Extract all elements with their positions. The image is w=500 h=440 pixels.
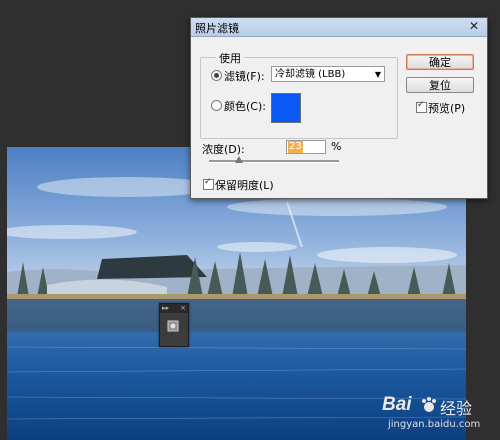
density-value: 23 <box>288 141 303 153</box>
watermark-brand: Bai <box>382 394 412 415</box>
dialog-title-bar[interactable]: 照片滤镜 ✕ <box>191 18 487 37</box>
preserve-luminosity-checkbox[interactable] <box>203 177 214 190</box>
panel-close-icon[interactable]: × <box>180 304 186 313</box>
paw-icon <box>422 397 436 412</box>
mini-panel-header: ▸▸ × <box>160 304 188 313</box>
density-label: 浓度(D): <box>202 143 245 156</box>
color-swatch[interactable] <box>271 93 301 123</box>
color-radio[interactable] <box>211 100 222 111</box>
preview-checkbox[interactable] <box>416 100 427 113</box>
filter-select[interactable]: 冷却滤镜 (LBB) ▼ <box>271 66 385 82</box>
ok-button[interactable]: 确定 <box>406 54 474 70</box>
baidu-watermark: Bai 经验 jingyan.baidu.com <box>360 392 490 438</box>
collapse-icon[interactable]: ▸▸ <box>162 304 169 313</box>
preserve-luminosity-label: 保留明度(L) <box>215 179 274 192</box>
watermark-site: jingyan.baidu.com <box>388 419 481 430</box>
preview-label: 预览(P) <box>428 102 466 115</box>
dialog-title: 照片滤镜 <box>195 22 239 35</box>
reset-button[interactable]: 复位 <box>406 77 474 93</box>
chevron-down-icon: ▼ <box>374 70 381 79</box>
photo-filter-dialog: 照片滤镜 ✕ 使用 滤镜(F): 冷却滤镜 (LBB) ▼ 颜色(C): 确定 … <box>190 17 488 199</box>
watermark-brand-2: 经验 <box>440 399 473 418</box>
adjustment-icon[interactable] <box>166 319 180 333</box>
use-group-label: 使用 <box>216 50 244 66</box>
filter-select-value: 冷却滤镜 (LBB) <box>275 69 346 80</box>
color-label: 颜色(C): <box>224 100 266 113</box>
close-icon[interactable]: ✕ <box>469 19 479 33</box>
adjustments-mini-panel[interactable]: ▸▸ × <box>159 303 189 347</box>
density-unit: % <box>331 140 342 153</box>
filter-label: 滤镜(F): <box>224 70 265 83</box>
filter-radio[interactable] <box>211 70 222 81</box>
density-slider-thumb[interactable] <box>234 156 243 163</box>
density-slider-track[interactable] <box>209 160 339 163</box>
density-input[interactable]: 23 <box>286 140 326 154</box>
